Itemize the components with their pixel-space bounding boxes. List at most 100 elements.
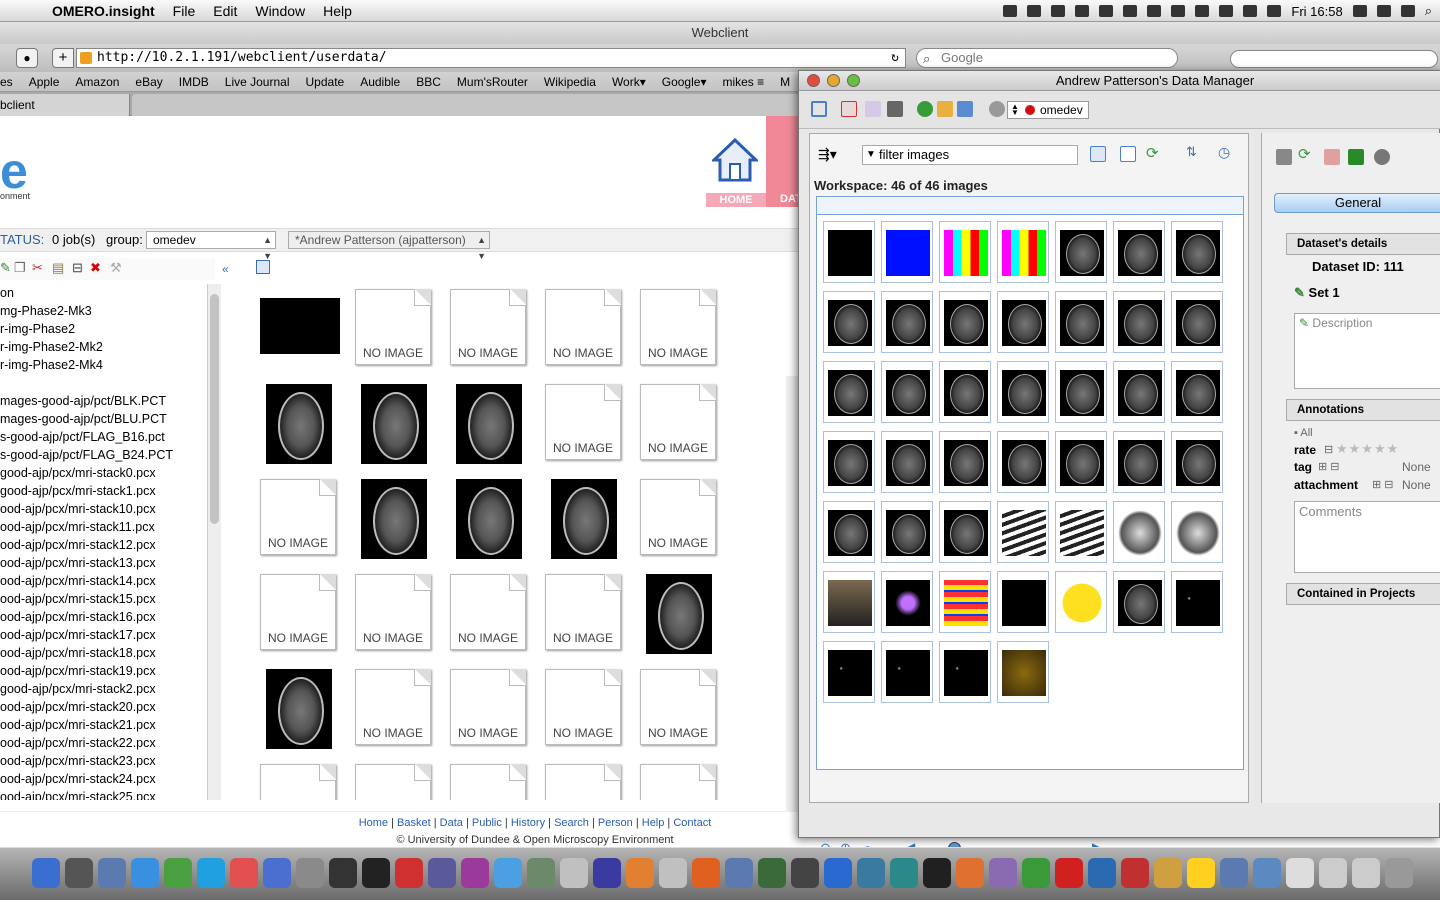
workspace-thumbnail[interactable] [1113, 221, 1165, 283]
tree-item[interactable]: ood-ajp/pcx/mri-stack19.pcx [0, 662, 205, 680]
footer-link-public[interactable]: Public [472, 817, 502, 829]
workspace-thumbnail[interactable] [1171, 361, 1223, 423]
group-icon[interactable] [989, 101, 1005, 117]
tree-item[interactable]: good-ajp/pcx/mri-stack2.pcx [0, 680, 205, 698]
tree-item[interactable]: ood-ajp/pcx/mri-stack17.pcx [0, 626, 205, 644]
dock-app-icon[interactable] [560, 858, 588, 888]
tree-item[interactable]: ood-ajp/pcx/mri-stack12.pcx [0, 536, 205, 554]
dock-app-icon[interactable] [758, 858, 786, 888]
reload-icon[interactable]: ↻ [891, 49, 899, 67]
dock-app-icon[interactable] [1220, 858, 1248, 888]
image-thumbnail[interactable] [349, 476, 429, 559]
workspace-thumbnail[interactable] [881, 431, 933, 493]
chat-icon[interactable] [1123, 5, 1138, 17]
filter-options-icon[interactable]: ⇶▾ [818, 146, 837, 163]
download-icon[interactable] [1324, 149, 1340, 165]
bookmark-item[interactable]: M [780, 75, 790, 89]
tree-item[interactable] [0, 374, 205, 392]
scrollbar-thumb[interactable] [210, 294, 219, 524]
display-icon[interactable] [1171, 5, 1186, 17]
dock-app-icon[interactable] [923, 858, 951, 888]
dock-app-icon[interactable] [98, 858, 126, 888]
dock-app-icon[interactable] [692, 858, 720, 888]
dock-app-icon[interactable] [956, 858, 984, 888]
workspace-thumbnail[interactable] [881, 221, 933, 283]
data-tab[interactable]: DAT [766, 116, 800, 207]
tree-item[interactable]: ood-ajp/pcx/mri-stack14.pcx [0, 572, 205, 590]
workspace-thumbnail[interactable] [997, 291, 1049, 353]
image-thumbnail[interactable]: NO IMAGE [634, 666, 716, 746]
image-thumbnail[interactable]: NO IMAGE [444, 666, 526, 746]
image-thumbnail[interactable]: NO IMAGE [349, 571, 431, 651]
dropbox-icon[interactable] [1003, 5, 1018, 17]
tree-item[interactable]: ood-ajp/pcx/mri-stack21.pcx [0, 716, 205, 734]
dock-app-icon[interactable] [362, 858, 390, 888]
rate-remove-icon[interactable]: ⊟ [1324, 443, 1333, 456]
bookmark-item[interactable]: Wikipedia [544, 75, 596, 89]
dock-app-icon[interactable] [824, 858, 852, 888]
dock-app-icon[interactable] [1088, 858, 1116, 888]
workspace-thumbnail[interactable] [881, 641, 933, 703]
dock-app-icon[interactable] [527, 858, 555, 888]
workspace-thumbnail[interactable] [939, 291, 991, 353]
quicksilver-icon[interactable] [1027, 5, 1042, 17]
sort-date-icon[interactable]: ◷ [1218, 144, 1230, 161]
user-icon[interactable] [1376, 5, 1391, 17]
browser-view-icon[interactable] [811, 101, 827, 117]
tab-inactive[interactable] [132, 94, 802, 116]
dock-app-icon[interactable] [131, 858, 159, 888]
workspace-thumbnail[interactable] [997, 221, 1049, 283]
footer-link-help[interactable]: Help [642, 817, 665, 829]
paste-icon[interactable]: ▤ [52, 260, 64, 276]
bookmark-item[interactable]: Amazon [75, 75, 119, 89]
menu-window[interactable]: Window [255, 3, 305, 19]
tree-item[interactable]: ood-ajp/pcx/mri-stack20.pcx [0, 698, 205, 716]
workspace-thumbnail[interactable] [939, 221, 991, 283]
image-thumbnail[interactable]: NO IMAGE [349, 286, 431, 366]
remove-icon[interactable]: ⊟ [72, 260, 83, 276]
workspace-thumbnail[interactable] [1055, 361, 1107, 423]
dock-app-icon[interactable] [890, 858, 918, 888]
omero-logo[interactable]: e onment [0, 146, 40, 202]
projects-header[interactable]: Contained in Projects [1286, 583, 1440, 605]
annotation-filter-all[interactable]: ▪ All [1294, 427, 1313, 439]
tree-item[interactable]: mages-good-ajp/pct/BLK.PCT [0, 392, 205, 410]
add-bookmark-button[interactable]: + [52, 48, 74, 68]
dock-app-icon[interactable] [1319, 858, 1347, 888]
workspace-thumbnail[interactable] [1171, 291, 1223, 353]
workspace-thumbnail[interactable] [823, 291, 875, 353]
bookmark-item[interactable]: Live Journal [225, 75, 290, 89]
footer-link-home[interactable]: Home [359, 817, 388, 829]
dock-app-icon[interactable] [1022, 858, 1050, 888]
dock-app-icon[interactable] [1121, 858, 1149, 888]
tree-item[interactable]: ood-ajp/pcx/mri-stack13.pcx [0, 554, 205, 572]
dock-app-icon[interactable] [32, 858, 60, 888]
spotlight-icon[interactable]: ⌕ [1425, 3, 1432, 19]
image-thumbnail[interactable]: NO IMAGE [539, 761, 621, 800]
image-thumbnail[interactable]: NO IMAGE [444, 761, 526, 800]
bookmark-item[interactable]: Audible [360, 75, 400, 89]
footer-link-data[interactable]: Data [440, 817, 463, 829]
group-selector[interactable]: ▲ ▼ omedev [1007, 101, 1089, 119]
user-select[interactable]: *Andrew Patterson (ajpatterson) ▲ ▼ [288, 231, 490, 261]
dock-app-icon[interactable] [659, 858, 687, 888]
search-field[interactable]: ⌕ Google [916, 48, 1178, 68]
bluetooth-icon[interactable] [1400, 5, 1415, 17]
menubar-clock[interactable]: Fri 16:58 [1291, 4, 1342, 19]
dock-app-icon[interactable] [197, 858, 225, 888]
image-thumbnail[interactable]: NO IMAGE [254, 476, 336, 556]
image-thumbnail[interactable]: NO IMAGE [634, 381, 716, 461]
view-toggle-icon[interactable] [256, 260, 270, 274]
workspace-thumbnail[interactable] [997, 501, 1049, 563]
image-thumbnail[interactable] [444, 381, 524, 464]
lock-icon[interactable] [1075, 5, 1090, 17]
group-select[interactable]: omedev ▲ ▼ [146, 231, 276, 261]
workspace-thumbnail[interactable] [1171, 221, 1223, 283]
zoom-window-icon[interactable] [847, 74, 860, 87]
secondary-search-field[interactable] [1230, 50, 1438, 68]
dock-app-icon[interactable] [1286, 858, 1314, 888]
image-thumbnail[interactable]: NO IMAGE [539, 381, 621, 461]
home-tab-label[interactable]: HOME [706, 193, 766, 207]
dock-app-icon[interactable] [428, 858, 456, 888]
image-thumbnail[interactable]: NO IMAGE [539, 666, 621, 746]
